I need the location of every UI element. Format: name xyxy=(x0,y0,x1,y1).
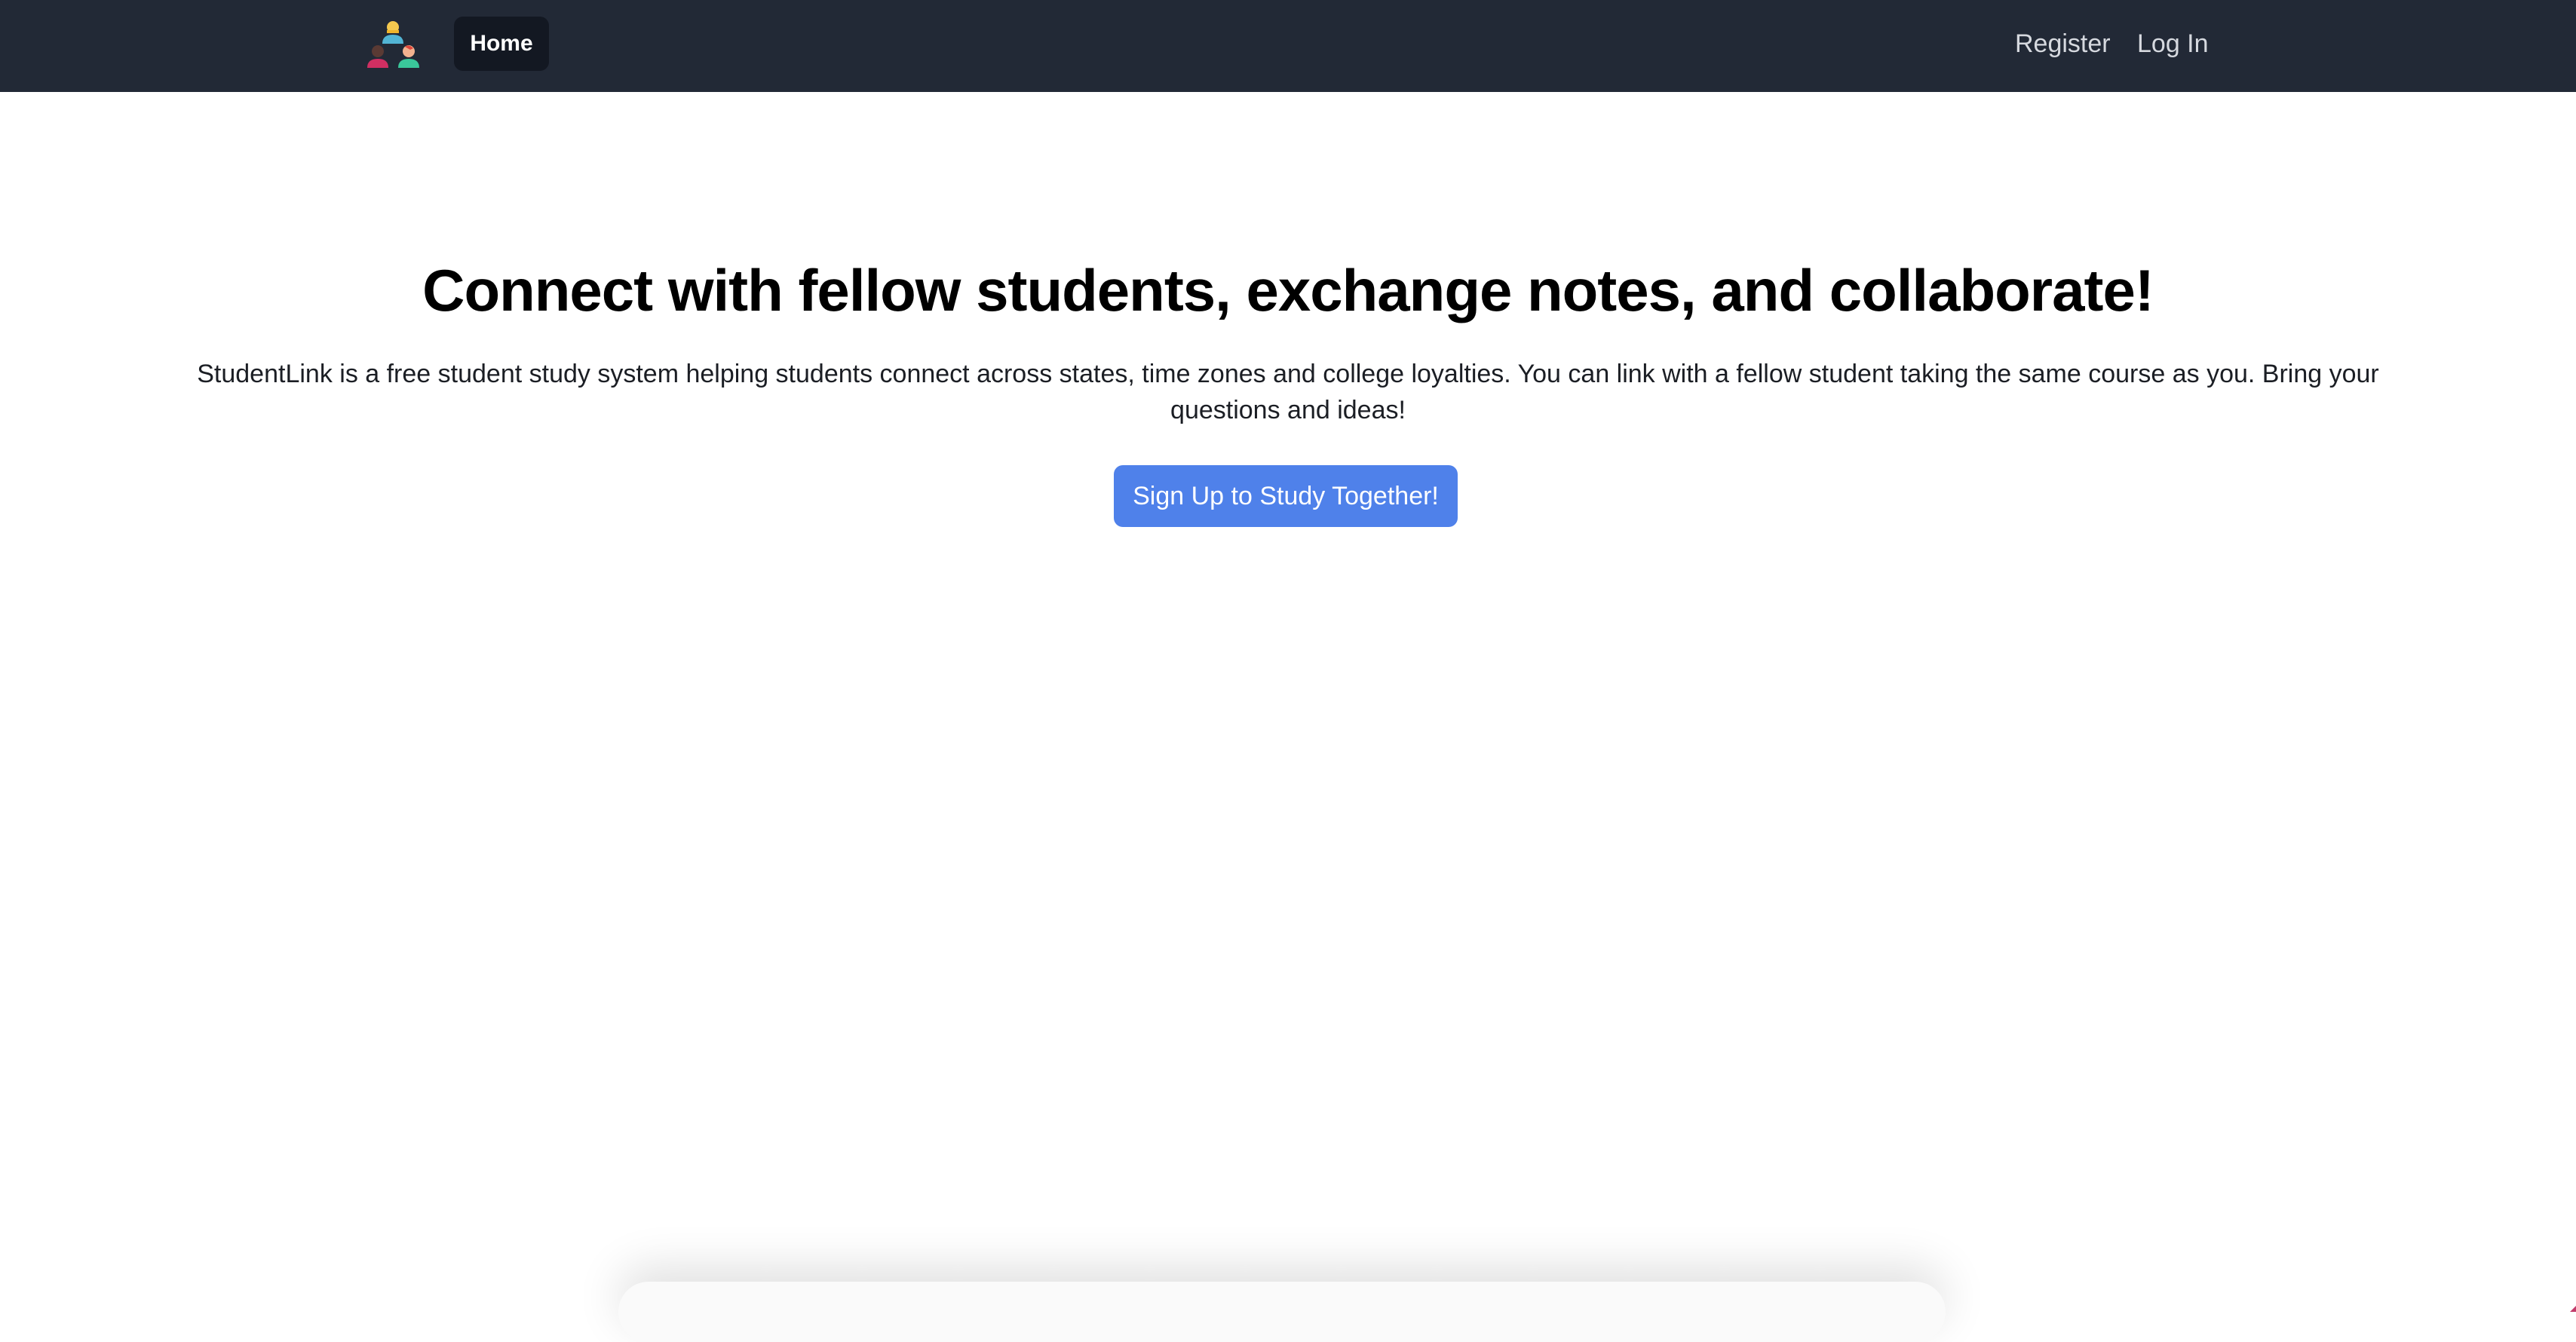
hero-description: StudentLink is a free student study syst… xyxy=(172,356,2404,428)
corner-mark xyxy=(2570,1306,2576,1312)
students-group-icon[interactable] xyxy=(363,17,422,71)
nav-register-link[interactable]: Register xyxy=(2015,17,2111,71)
bottom-panel-shadow xyxy=(618,1282,1946,1342)
top-navbar: Home Register Log In xyxy=(0,0,2576,92)
nav-login-link[interactable]: Log In xyxy=(2137,17,2209,71)
hero-title: Connect with fellow students, exchange n… xyxy=(0,256,2576,325)
signup-cta-button[interactable]: Sign Up to Study Together! xyxy=(1114,465,1458,527)
nav-home-link[interactable]: Home xyxy=(454,17,549,71)
